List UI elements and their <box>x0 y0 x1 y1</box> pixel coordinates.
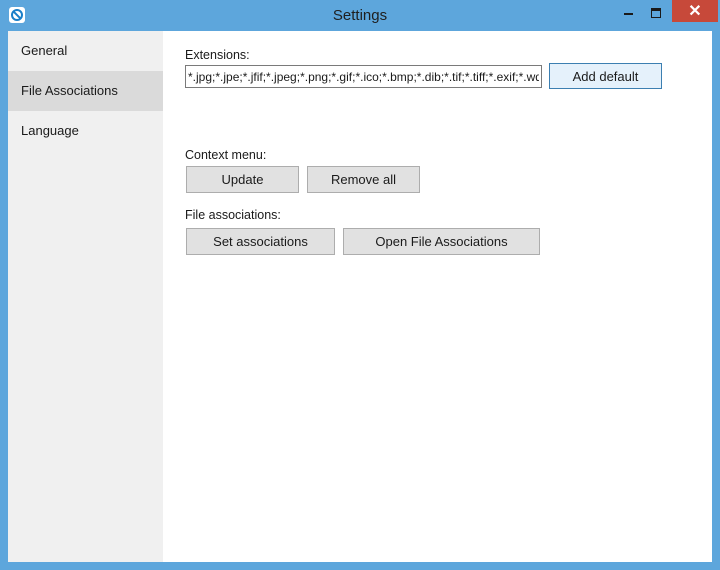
maximize-icon <box>651 8 661 18</box>
close-icon: ✕ <box>688 3 702 20</box>
update-button[interactable]: Update <box>186 166 299 193</box>
sidebar-item-file-associations[interactable]: File Associations <box>8 71 163 111</box>
extensions-input[interactable] <box>185 65 542 88</box>
set-associations-button[interactable]: Set associations <box>186 228 335 255</box>
minimize-icon <box>624 13 633 15</box>
add-default-button[interactable]: Add default <box>549 63 662 89</box>
file-associations-label: File associations: <box>185 208 281 222</box>
sidebar-item-general[interactable]: General <box>8 31 163 71</box>
open-file-associations-button[interactable]: Open File Associations <box>343 228 540 255</box>
title-bar[interactable]: Settings ✕ <box>0 0 720 31</box>
close-button[interactable]: ✕ <box>672 0 718 22</box>
maximize-button[interactable] <box>638 0 672 22</box>
remove-all-button[interactable]: Remove all <box>307 166 420 193</box>
settings-sidebar: General File Associations Language <box>8 31 163 562</box>
settings-window: Settings ✕ General File Associations Lan… <box>0 0 720 570</box>
context-menu-label: Context menu: <box>185 148 267 162</box>
settings-client-area: General File Associations Language Exten… <box>8 31 712 562</box>
sidebar-item-language[interactable]: Language <box>8 111 163 151</box>
settings-content: Extensions: Add default Context menu: Up… <box>163 31 712 562</box>
extensions-label: Extensions: <box>185 48 250 62</box>
